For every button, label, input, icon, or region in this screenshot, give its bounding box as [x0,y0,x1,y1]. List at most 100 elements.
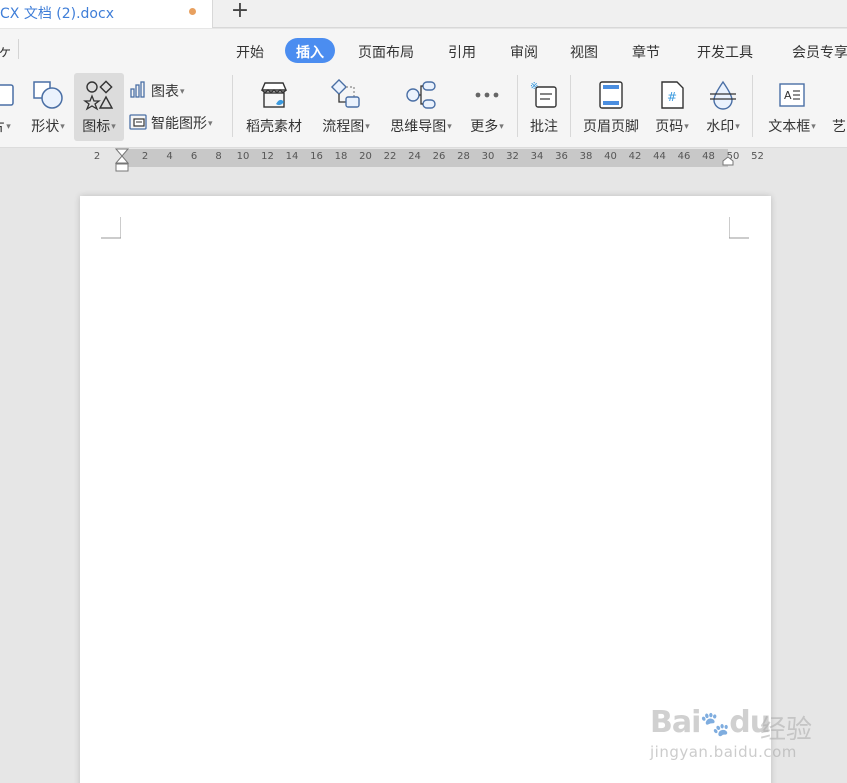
ruler-label: 44 [653,151,666,162]
header-footer-button[interactable]: 页眉页脚 [578,73,644,141]
ruler-label: 46 [677,151,691,162]
watermark-label: 水印 [706,119,735,135]
menu-divider [18,39,19,59]
shape-icon [33,81,63,109]
watermark-icon [710,80,736,110]
document-tab[interactable]: CX 文档 (2).docx [0,0,213,28]
page-number-label: 页码 [655,119,684,135]
shape-label: 形状 [31,119,60,135]
ruler-label: 8 [215,151,222,162]
ruler-label: 20 [359,151,372,162]
baidu-jingyan-watermark: Bai🐾du 经验 jingyan.baidu.com [650,705,840,775]
tab-member[interactable]: 会员专享 [792,42,847,62]
ribbon-toolbar: 片▾ 形状▾ 图标▾ 图表▾ 智能图形▾ [0,71,847,148]
ruler-label: 2 [141,151,149,162]
watermark-url: jingyan.baidu.com [650,743,797,761]
ruler-label: 2 [93,151,101,162]
text-box-button[interactable]: A 文本框▾ [762,73,822,141]
mind-map-label: 思维导图 [390,119,447,135]
flowchart-icon [330,79,360,108]
ruler-label: 12 [261,151,274,162]
chart-label: 图表 [151,84,179,100]
new-tab-button[interactable]: + [228,0,252,24]
ruler-label: 32 [506,151,519,162]
text-box-label: 文本框 [768,119,811,135]
art-text-label: 艺 [832,119,846,135]
material-store-icon [260,82,288,108]
art-text-button[interactable]: 艺 [830,73,847,141]
flowchart-button[interactable]: 流程图▾ [316,73,376,141]
ruler-label: 38 [579,151,593,162]
comment-icon: ※ [530,81,557,108]
ruler-label: 34 [530,151,544,162]
text-box-icon: A [779,83,805,107]
smart-art-label: 智能图形 [151,116,207,132]
icon-button[interactable]: 图标▾ [74,73,124,141]
toolbar-divider [752,75,753,137]
ruler-label: 18 [334,151,348,162]
toolbar-divider [517,75,518,137]
tab-references[interactable]: 引用 [448,42,476,62]
mind-map-icon [406,81,436,109]
svg-text:A: A [784,89,792,102]
tab-bar: CX 文档 (2).docx + [0,0,847,28]
toolbar-divider [570,75,571,137]
ruler-label: 4 [166,151,173,162]
picture-icon [0,84,14,106]
ruler-label: 40 [604,151,617,162]
mind-map-button[interactable]: 思维导图▾ [384,73,458,141]
ruler-label: 10 [236,151,250,162]
ribbon-menu-bar: ヶ 开始 插入 页面布局 引用 审阅 视图 章节 开发工具 会员专享 [0,29,847,71]
ruler-label: 24 [408,151,421,162]
flowchart-label: 流程图 [322,119,365,135]
ruler-label: 30 [481,151,495,162]
tab-page-layout[interactable]: 页面布局 [358,42,414,62]
unsaved-indicator-icon [189,8,196,15]
ruler-label: 52 [751,151,764,162]
tab-developer[interactable]: 开发工具 [697,42,753,62]
ruler-label: 28 [457,151,470,162]
more-button[interactable]: 更多▾ [464,73,510,141]
more-label: 更多 [470,119,499,135]
shape-button[interactable]: 形状▾ [24,73,72,141]
icon-label: 图标 [82,119,111,135]
picture-button[interactable]: 片▾ [0,73,20,141]
svg-text:#: # [667,90,677,104]
watermark-cn-text: 经验 [760,715,813,745]
indent-marker-icon[interactable] [115,148,129,172]
tab-review[interactable]: 审阅 [510,42,538,62]
watermark-button[interactable]: 水印▾ [700,73,746,141]
header-footer-icon [599,81,623,109]
tab-view[interactable]: 视图 [570,42,598,62]
tab-section[interactable]: 章节 [632,42,660,62]
smart-art-button[interactable]: 智能图形▾ [129,113,213,137]
more-icon [475,92,499,98]
comment-button[interactable]: ※ 批注 [524,73,564,141]
chart-icon [130,81,145,98]
page-number-button[interactable]: # 页码▾ [649,73,695,141]
right-indent-marker-icon[interactable] [722,156,734,166]
comment-label: 批注 [530,119,558,135]
docer-material-button[interactable]: 稻壳素材 [242,73,306,141]
ruler-label: 14 [285,151,299,162]
top-left-margin-mark [101,217,121,239]
smart-art-icon [129,114,147,130]
page-number-icon: # [661,81,684,109]
ruler-label: 6 [190,151,198,162]
top-right-margin-mark [729,217,749,239]
header-footer-label: 页眉页脚 [583,119,639,135]
icon-gallery-icon [83,80,114,111]
tab-home[interactable]: 开始 [236,42,264,62]
ruler-label: 48 [702,151,715,162]
menu-left-stub[interactable]: ヶ [0,41,12,61]
document-tab-title: CX 文档 (2).docx [0,6,114,22]
ruler-label: 36 [555,151,568,162]
picture-label: 片 [0,119,5,135]
chart-button[interactable]: 图表▾ [129,81,185,105]
ruler-label: 42 [628,151,642,162]
ruler-label: 22 [383,151,397,162]
tab-insert[interactable]: 插入 [285,38,335,63]
toolbar-divider [232,75,233,137]
docer-material-label: 稻壳素材 [246,119,302,135]
document-page[interactable] [80,196,771,783]
